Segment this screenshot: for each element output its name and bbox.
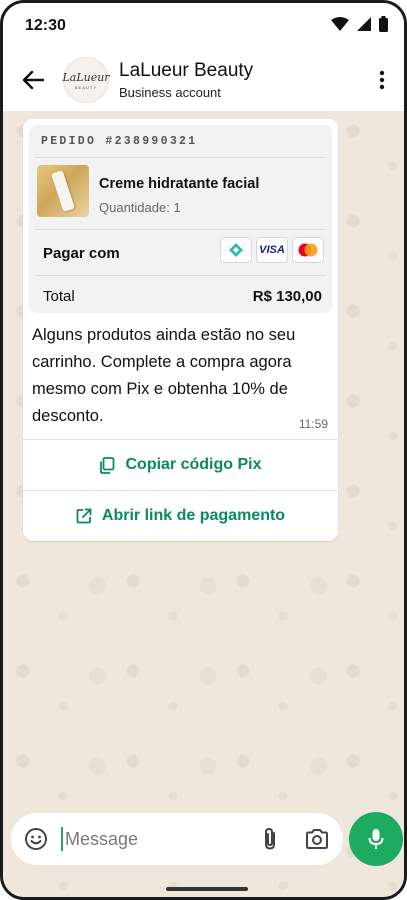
chat-header: LaLueur BEAUTY LaLueur Beauty Business a… xyxy=(3,49,404,111)
product-name: Creme hidratante facial xyxy=(99,176,260,192)
avatar-logo: LaLueur xyxy=(62,70,110,84)
text-cursor xyxy=(61,827,63,851)
camera-button[interactable] xyxy=(303,825,331,853)
product-image xyxy=(37,165,89,217)
avatar-sub: BEAUTY xyxy=(74,84,97,90)
more-options-button[interactable] xyxy=(370,66,394,94)
pix-chip xyxy=(220,237,252,263)
home-indicator[interactable] xyxy=(166,887,248,891)
open-payment-link-label: Abrir link de pagamento xyxy=(101,507,286,524)
divider xyxy=(35,229,326,230)
open-payment-link-button[interactable]: Abrir link de pagamento xyxy=(23,491,338,541)
total-label: Total xyxy=(43,288,75,305)
order-card[interactable]: PEDIDO #238990321 Creme hidratante facia… xyxy=(29,125,332,313)
signal-icon xyxy=(357,16,371,36)
copy-pix-button[interactable]: Copiar código Pix xyxy=(23,440,338,490)
mastercard-chip xyxy=(292,237,324,263)
status-time: 12:30 xyxy=(25,17,66,34)
open-external-icon xyxy=(76,508,92,524)
pix-icon xyxy=(229,243,243,257)
visa-chip: VISA xyxy=(256,237,288,263)
message-composer xyxy=(11,813,343,865)
arrow-back-icon xyxy=(22,70,44,90)
emoji-button[interactable] xyxy=(23,826,49,852)
message-bubble: PEDIDO #238990321 Creme hidratante facia… xyxy=(23,119,338,541)
attach-button[interactable] xyxy=(257,825,283,853)
product-tube-shape xyxy=(51,170,75,212)
pay-with-label: Pagar com xyxy=(43,245,120,262)
contact-name: LaLueur Beauty xyxy=(119,60,254,81)
message-input[interactable] xyxy=(65,828,235,850)
message-text: Alguns produtos ainda estão no seu carri… xyxy=(32,326,296,425)
status-bar: 12:30 xyxy=(3,3,404,49)
voice-message-button[interactable] xyxy=(349,812,403,866)
mastercard-icon xyxy=(298,243,318,257)
total-value: R$ 130,00 xyxy=(252,288,322,305)
copy-pix-label: Copiar código Pix xyxy=(125,456,262,473)
copy-icon xyxy=(100,456,115,474)
order-id: PEDIDO #238990321 xyxy=(41,135,198,148)
payment-methods: VISA xyxy=(220,237,324,263)
back-button[interactable] xyxy=(19,66,47,94)
battery-icon xyxy=(379,15,388,37)
phone-screen: 12:30 LaLueur BEAUTY LaLueur Beauty Busi… xyxy=(0,0,407,900)
product-quantity: Quantidade: 1 xyxy=(99,200,181,215)
status-icons xyxy=(331,15,388,37)
divider xyxy=(35,157,326,158)
divider xyxy=(35,275,326,276)
message-time: 11:59 xyxy=(298,417,328,431)
emoji-icon xyxy=(25,828,47,850)
mic-icon xyxy=(368,829,384,849)
avatar[interactable]: LaLueur BEAUTY xyxy=(62,57,110,103)
contact-subtitle: Business account xyxy=(119,85,221,100)
contact-info[interactable]: LaLueur Beauty Business account xyxy=(119,60,253,100)
more-vert-icon xyxy=(379,70,385,90)
camera-icon xyxy=(306,829,328,849)
wifi-icon xyxy=(331,16,349,36)
paperclip-icon xyxy=(265,827,275,850)
visa-label: VISA xyxy=(259,244,285,256)
